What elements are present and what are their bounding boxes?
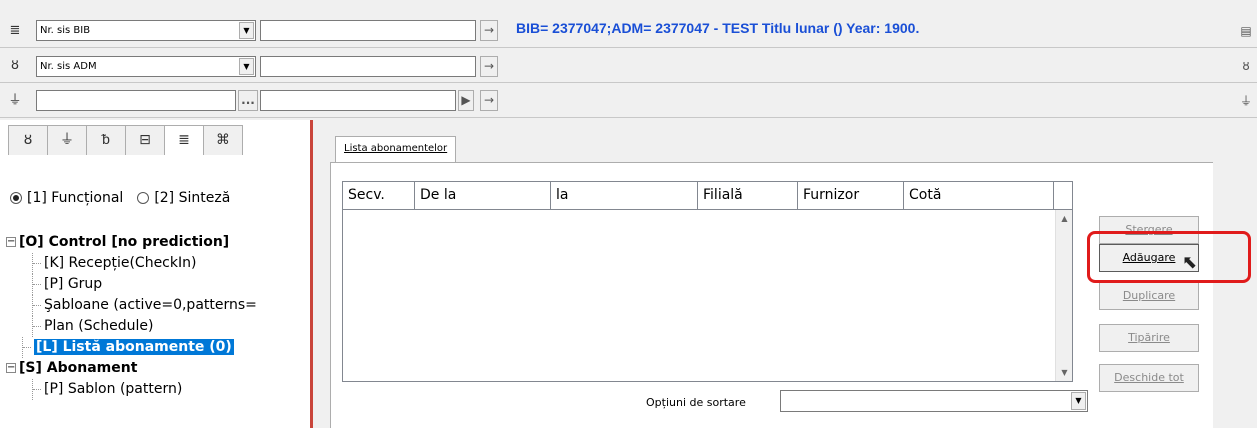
chevron-down-icon[interactable]: ▼ — [239, 58, 254, 75]
tab-tools[interactable]: ᵬ — [86, 125, 126, 155]
record-info-line: BIB= 2377047;ADM= 2377047 - TEST Titlu l… — [516, 20, 920, 36]
filter-value-input[interactable] — [260, 90, 456, 111]
print-button[interactable]: Tipărire — [1099, 324, 1199, 352]
search-field-select-adm[interactable]: Nr. sis ADM ▼ — [36, 56, 256, 77]
list-icon: ≣ — [9, 23, 21, 38]
play-icon[interactable]: ▶ — [458, 90, 474, 111]
tree-node-plan[interactable]: Plan (Schedule) — [6, 316, 257, 337]
mouse-cursor-icon: ⬉ — [1182, 252, 1198, 273]
browse-button[interactable]: ... — [238, 90, 258, 111]
chevron-down-icon[interactable]: ▼ — [1071, 392, 1086, 410]
subscriptions-grid[interactable]: Secv. De la la Filială Furnizor Cotă ▲ ▼ — [342, 181, 1073, 382]
collapse-icon[interactable]: − — [6, 363, 16, 373]
radio-synthesis-label: [2] Sinteză — [154, 190, 231, 206]
panel-icon[interactable]: ▤ — [1239, 22, 1253, 40]
column-header[interactable]: Filială — [698, 182, 798, 209]
filter-icon[interactable]: ⏚ — [1239, 92, 1253, 110]
go-arrow-button[interactable]: → — [480, 56, 498, 77]
tree-node-pattern[interactable]: [P] Sablon (pattern) — [6, 379, 257, 400]
sort-options-select[interactable]: ▼ — [780, 390, 1088, 412]
column-header[interactable]: De la — [415, 182, 551, 209]
collapse-icon[interactable]: − — [6, 237, 16, 247]
chevron-down-icon[interactable]: ▼ — [239, 22, 254, 39]
row-divider — [0, 117, 1257, 118]
main-panel: Lista abonamentelor Secv. De la la Filia… — [316, 120, 1257, 428]
vertical-scrollbar[interactable]: ▲ ▼ — [1055, 210, 1072, 381]
search-input-adm[interactable] — [260, 56, 476, 77]
tree-node-templates[interactable]: Şabloane (active=0,patterns= — [6, 295, 257, 316]
radio-functional-label: [1] Funcțional — [27, 190, 124, 206]
tab-list[interactable]: ≣ — [164, 125, 204, 155]
tab-binoculars[interactable]: ⌘ — [203, 125, 243, 155]
row-divider — [0, 82, 1257, 83]
column-header[interactable]: Furnizor — [798, 182, 904, 209]
left-tabs: ȣ ⏚ ᵬ ⊟ ≣ ⌘ — [8, 125, 243, 155]
scroll-down-icon[interactable]: ▼ — [1056, 364, 1073, 381]
tree-node-subscription-list[interactable]: [L] Listă abonamente (0) — [6, 337, 257, 358]
tag-icon: ȣ — [11, 58, 19, 73]
search-input-bib[interactable] — [260, 20, 476, 41]
column-header[interactable]: Secv. — [343, 182, 415, 209]
duplicate-button[interactable]: Duplicare — [1099, 282, 1199, 310]
search-field-select-bib[interactable]: Nr. sis BIB ▼ — [36, 20, 256, 41]
tab-filter[interactable]: ⏚ — [47, 125, 87, 155]
view-mode-radio-group: [1] Funcțional [2] Sinteză — [10, 190, 230, 206]
tab-folder[interactable]: ⊟ — [125, 125, 165, 155]
go-arrow-button[interactable]: → — [480, 20, 498, 41]
column-header[interactable]: la — [551, 182, 698, 209]
filter-input[interactable] — [36, 90, 236, 111]
go-arrow-button[interactable]: → — [480, 90, 498, 111]
tab-subscription-list[interactable]: Lista abonamentelor — [335, 136, 457, 162]
tag-icon[interactable]: ȣ — [1239, 57, 1253, 75]
grid-header: Secv. De la la Filială Furnizor Cotă — [343, 182, 1072, 210]
tab-tag[interactable]: ȣ — [8, 125, 48, 155]
radio-functional[interactable] — [10, 192, 22, 204]
tree-node-reception[interactable]: [K] Recepție(CheckIn) — [6, 253, 257, 274]
column-header[interactable]: Cotă — [904, 182, 1054, 209]
left-navigation-panel: ȣ ⏚ ᵬ ⊟ ≣ ⌘ [1] Funcțional [2] Sinteză −… — [0, 120, 313, 428]
filter-icon: ⏚ — [8, 93, 22, 108]
tree-node-subscription[interactable]: − [S] Abonament — [6, 358, 257, 379]
radio-synthesis[interactable] — [137, 192, 150, 204]
sort-options-label: Opțiuni de sortare — [646, 396, 746, 409]
navigation-tree: − [O] Control [no prediction] [K] Recepți… — [6, 232, 257, 400]
tree-node-control[interactable]: − [O] Control [no prediction] — [6, 232, 257, 253]
tree-node-group[interactable]: [P] Grup — [6, 274, 257, 295]
open-all-button[interactable]: Deschide tot — [1099, 364, 1199, 392]
row-divider — [0, 47, 1257, 48]
add-button-highlight — [1087, 231, 1251, 283]
scroll-up-icon[interactable]: ▲ — [1056, 210, 1073, 227]
